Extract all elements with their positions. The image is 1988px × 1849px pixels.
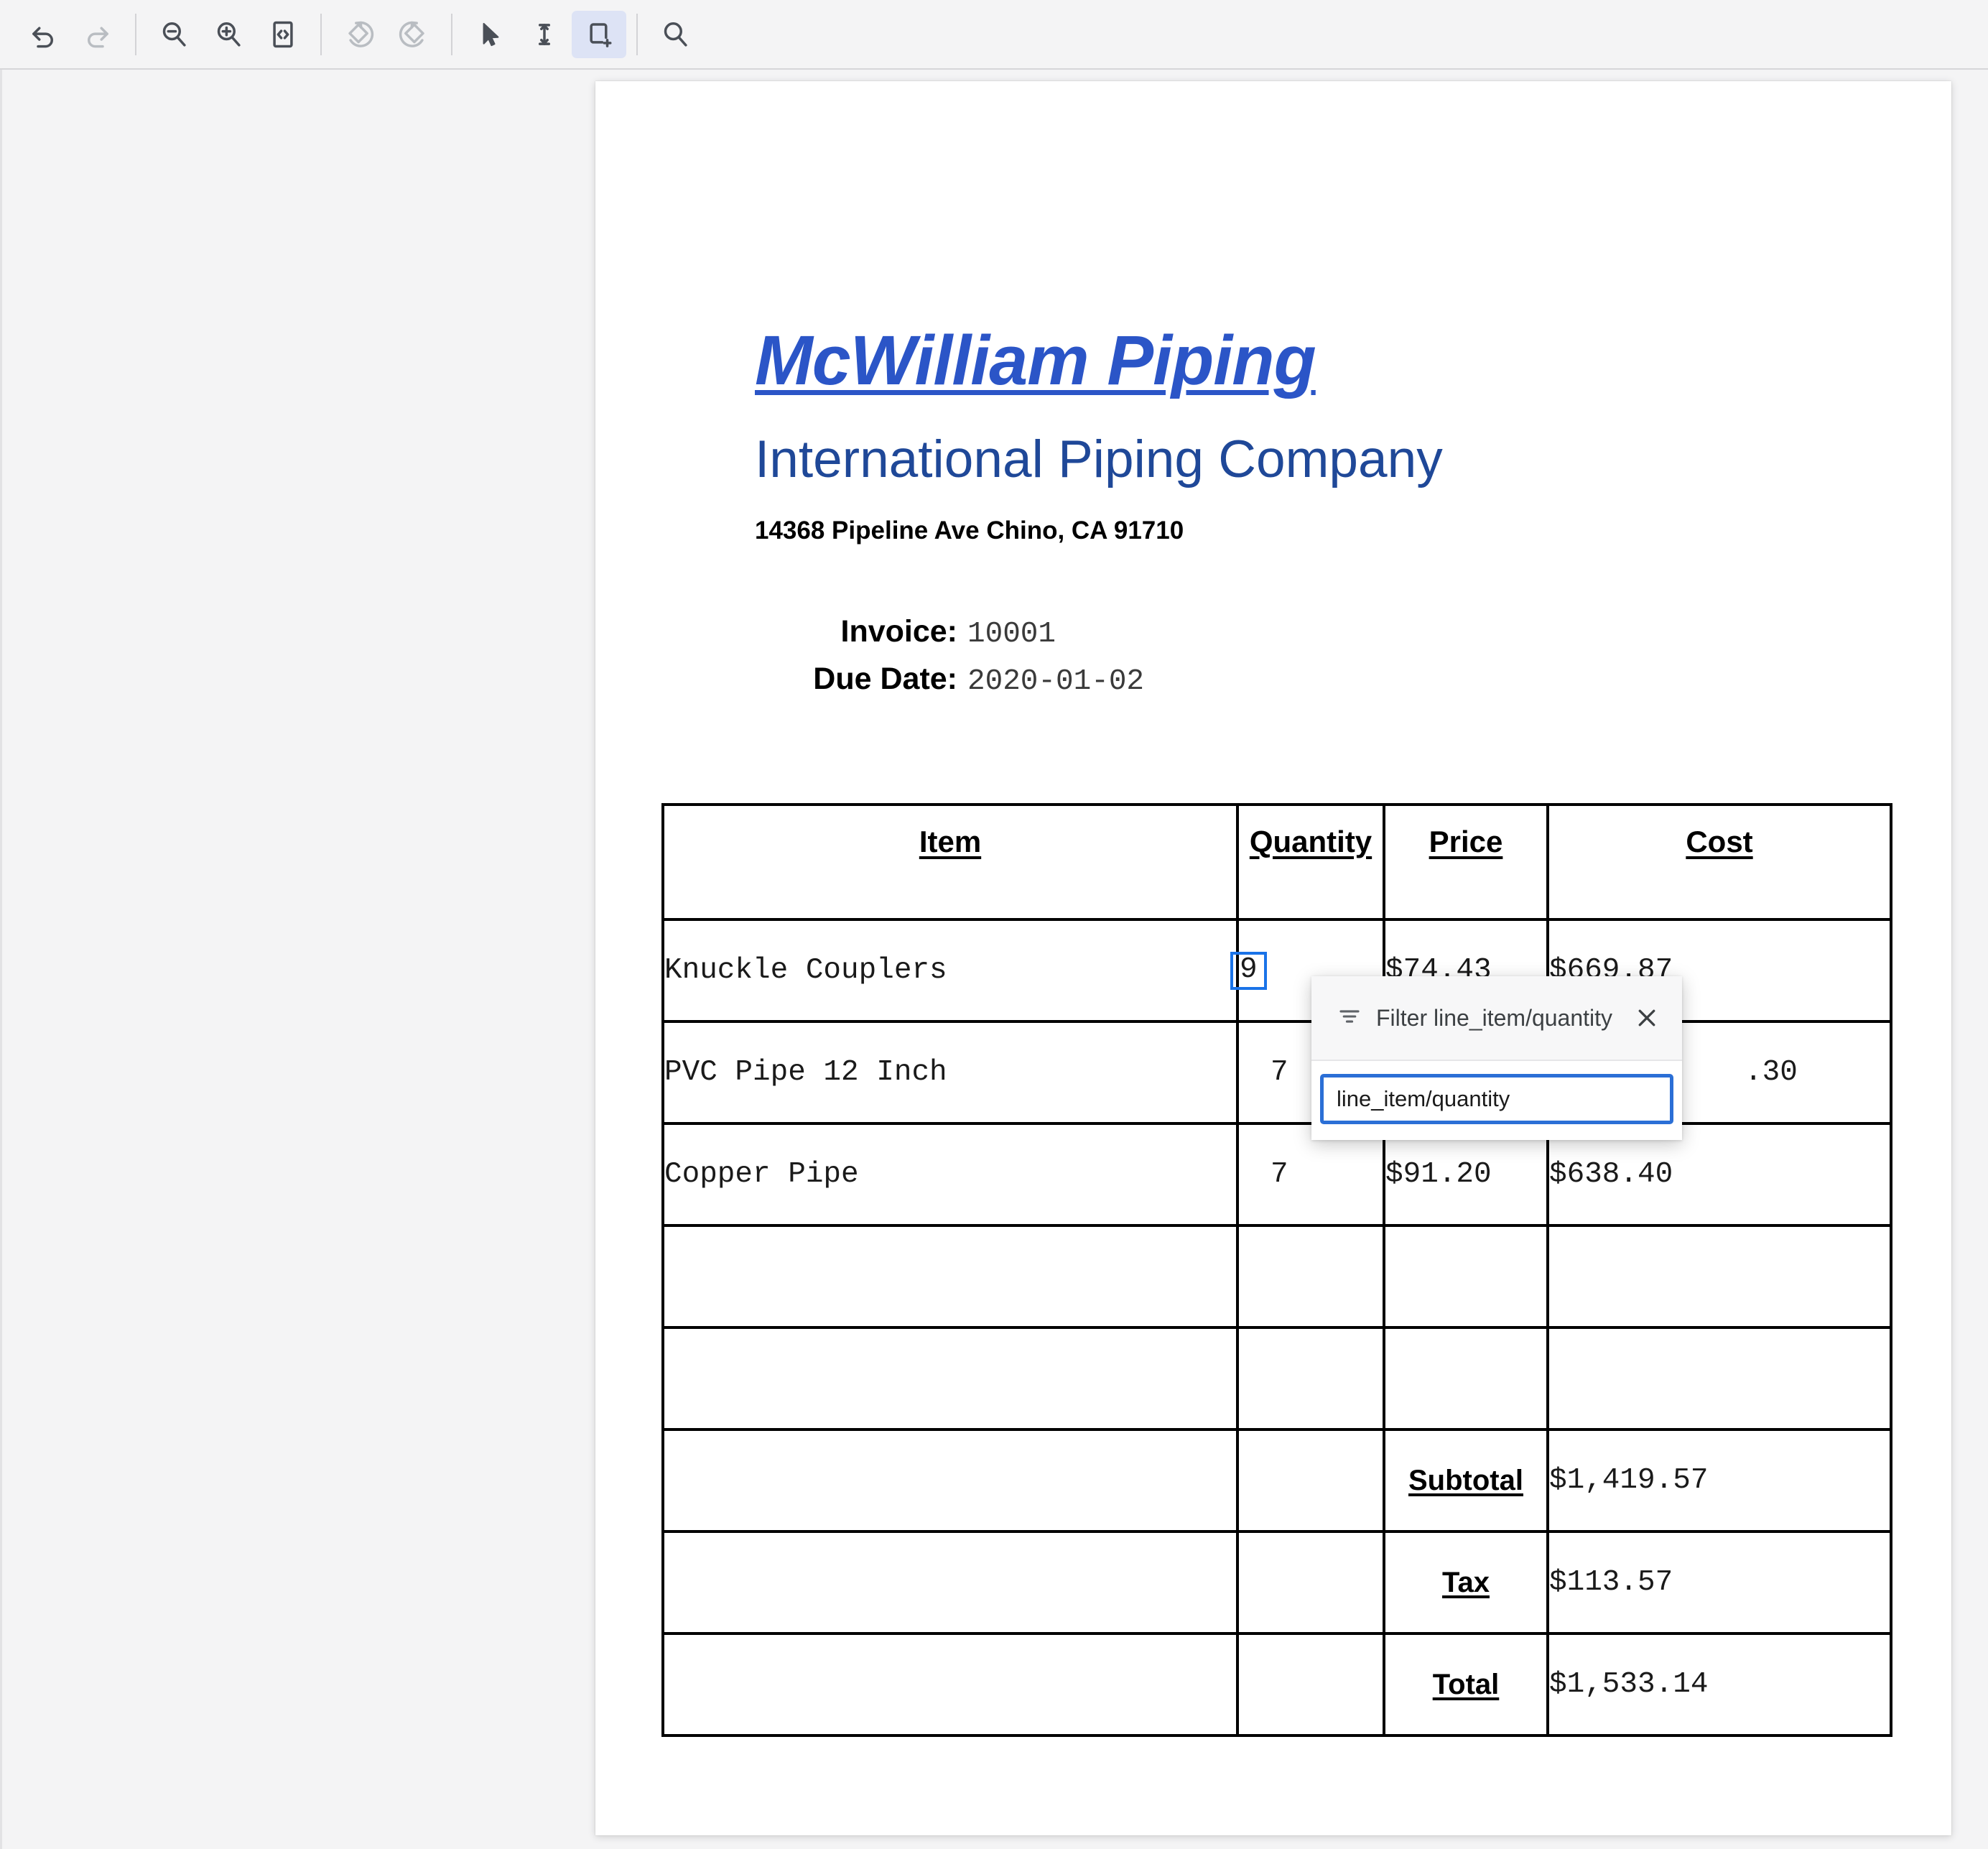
toolbar-divider — [320, 13, 322, 55]
table-row-subtotal[interactable]: Subtotal $1,419.57 — [661, 1428, 1892, 1533]
column-header-cost[interactable]: Cost — [1546, 803, 1892, 921]
company-title: McWilliam Piping — [755, 321, 1316, 399]
cell-item[interactable]: Copper Pipe — [661, 1122, 1239, 1227]
toolbar-group-tools — [463, 0, 626, 68]
cell-spacer — [661, 1632, 1239, 1737]
zoom-in-icon — [213, 19, 243, 50]
search-icon — [660, 19, 690, 50]
table-row[interactable]: Knuckle Couplers 9 $74.43 $669.87 — [661, 918, 1892, 1023]
company-subtitle: International Piping Company — [755, 430, 1443, 488]
cell-item[interactable] — [661, 1326, 1239, 1431]
toolbar-group-history — [16, 0, 125, 68]
total-value[interactable]: $1,533.14 — [1546, 1632, 1892, 1737]
toolbar-group-rotate — [332, 0, 441, 68]
text-cursor-button[interactable] — [517, 11, 572, 58]
document-page[interactable]: McWilliam Piping International Piping Co… — [595, 81, 1951, 1835]
table-row[interactable]: PVC Pipe 12 Inch 7 .30 — [661, 1020, 1892, 1125]
cell-spacer — [1236, 1530, 1385, 1635]
company-address: 14368 Pipeline Ave Chino, CA 91710 — [755, 516, 1184, 544]
table-row[interactable] — [661, 1224, 1892, 1329]
undo-icon — [28, 19, 58, 50]
invoice-number-row: Invoice: 10001 — [755, 614, 1157, 651]
rotate-left-icon — [344, 19, 374, 50]
table-row[interactable]: Copper Pipe 7 $91.20 $638.40 — [661, 1122, 1892, 1227]
redo-button[interactable] — [70, 11, 125, 58]
cell-spacer — [661, 1428, 1239, 1533]
rotate-right-icon — [399, 19, 429, 50]
invoice-number-value: 10001 — [967, 618, 1056, 651]
rotate-right-button[interactable] — [386, 11, 441, 58]
main-toolbar — [0, 0, 1988, 70]
due-date-label: Due Date: — [813, 662, 957, 696]
subtotal-label: Subtotal — [1383, 1428, 1549, 1533]
search-button[interactable] — [648, 11, 702, 58]
column-header-price[interactable]: Price — [1383, 803, 1549, 921]
due-date-row: Due Date: 2020-01-02 — [755, 662, 1157, 698]
undo-button[interactable] — [16, 11, 70, 58]
invoice-table: Item Quantity Price Cost Knuckle Coupler… — [661, 803, 1892, 1737]
table-row[interactable] — [661, 1326, 1892, 1431]
select-pointer-icon — [475, 19, 505, 50]
zoom-out-button[interactable] — [147, 11, 201, 58]
toolbar-divider — [636, 13, 638, 55]
zoom-in-button[interactable] — [201, 11, 256, 58]
filter-popup-title: Filter line_item/quantity — [1376, 1004, 1613, 1031]
cell-quantity[interactable] — [1236, 1326, 1385, 1431]
add-region-icon — [584, 19, 614, 50]
selected-quantity-token[interactable]: 9 — [1230, 951, 1267, 990]
toolbar-divider — [451, 13, 452, 55]
filter-input[interactable] — [1320, 1074, 1673, 1124]
subtotal-value[interactable]: $1,419.57 — [1546, 1428, 1892, 1533]
cell-item[interactable] — [661, 1224, 1239, 1329]
add-region-button[interactable] — [572, 10, 626, 58]
total-label: Total — [1383, 1632, 1549, 1737]
toolbar-group-zoom — [147, 0, 310, 68]
cell-spacer — [1236, 1428, 1385, 1533]
due-date-value: 2020-01-02 — [967, 665, 1145, 698]
column-header-quantity[interactable]: Quantity — [1236, 803, 1385, 921]
cell-cost[interactable] — [1546, 1326, 1892, 1431]
text-cursor-icon — [529, 19, 559, 50]
document-canvas[interactable]: McWilliam Piping International Piping Co… — [0, 70, 1988, 1849]
redo-icon — [83, 19, 113, 50]
tax-value[interactable]: $113.57 — [1546, 1530, 1892, 1635]
table-row-tax[interactable]: Tax $113.57 — [661, 1530, 1892, 1635]
cell-item[interactable]: Knuckle Couplers — [661, 918, 1239, 1023]
cell-spacer — [1236, 1632, 1385, 1737]
filter-icon — [1337, 1004, 1362, 1032]
cell-item[interactable]: PVC Pipe 12 Inch — [661, 1020, 1239, 1125]
toolbar-group-find — [648, 0, 702, 68]
cell-cost[interactable] — [1546, 1224, 1892, 1329]
fit-width-button[interactable] — [256, 11, 310, 58]
tax-label: Tax — [1383, 1530, 1549, 1635]
invoice-table-header-row: Item Quantity Price Cost — [661, 803, 1892, 921]
filter-popup-header: Filter line_item/quantity — [1311, 976, 1682, 1061]
cell-price[interactable] — [1383, 1224, 1549, 1329]
select-pointer-button[interactable] — [463, 11, 517, 58]
invoice-number-label: Invoice: — [840, 614, 958, 649]
close-icon[interactable] — [1627, 998, 1666, 1037]
cell-quantity[interactable] — [1236, 1224, 1385, 1329]
filter-popup-body — [1311, 1061, 1682, 1140]
cell-spacer — [661, 1530, 1239, 1635]
filter-popup[interactable]: Filter line_item/quantity — [1311, 976, 1682, 1140]
toolbar-divider — [135, 13, 136, 55]
cell-price[interactable] — [1383, 1326, 1549, 1431]
fit-width-icon — [268, 19, 298, 50]
zoom-out-icon — [159, 19, 189, 50]
rotate-left-button[interactable] — [332, 11, 386, 58]
column-header-item[interactable]: Item — [661, 803, 1239, 921]
table-row-total[interactable]: Total $1,533.14 — [661, 1632, 1892, 1737]
